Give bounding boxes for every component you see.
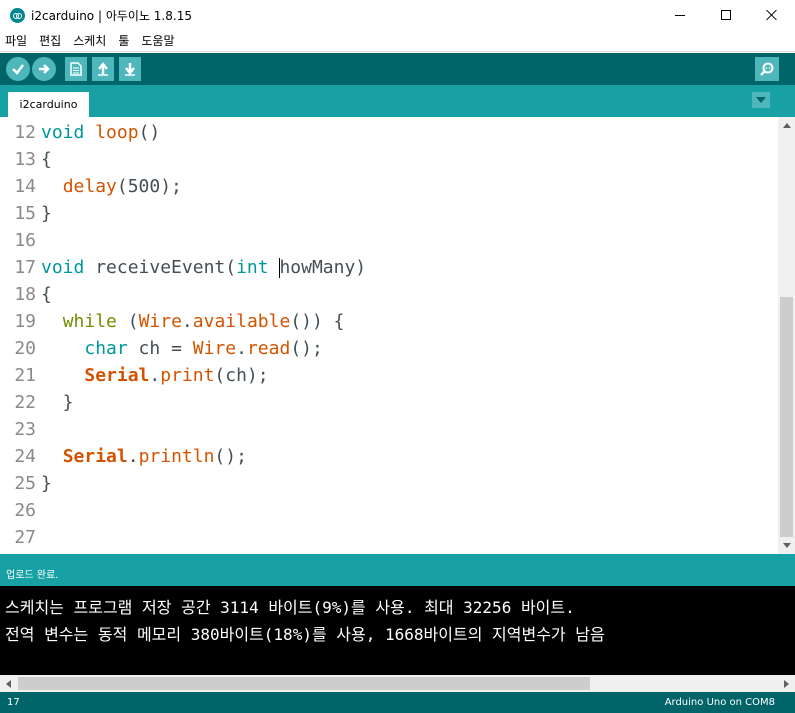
line-number: 14	[14, 176, 36, 197]
editor-vertical-scrollbar[interactable]	[778, 117, 795, 554]
line-number: 24	[14, 446, 36, 467]
line-number: 13	[14, 149, 36, 170]
tab-bar: i2carduino	[0, 85, 795, 117]
scroll-up-button[interactable]	[778, 117, 795, 134]
maximize-button[interactable]	[703, 0, 749, 30]
code-line[interactable]: Serial.println();	[41, 443, 247, 470]
current-line-number: 17	[7, 697, 20, 708]
minimize-icon	[675, 14, 685, 16]
menu-edit[interactable]: 편집	[38, 32, 62, 49]
scroll-down-button[interactable]	[778, 537, 795, 554]
line-number: 19	[14, 311, 36, 332]
line-number: 15	[14, 203, 36, 224]
tab-menu-button[interactable]	[752, 92, 770, 108]
scroll-thumb[interactable]	[18, 677, 590, 690]
arrow-down-small-icon	[782, 543, 791, 548]
line-number: 23	[14, 419, 36, 440]
code-line[interactable]: {	[41, 281, 52, 308]
arduino-logo-icon	[10, 8, 25, 23]
line-number: 20	[14, 338, 36, 359]
arrow-left-small-icon	[6, 679, 11, 688]
code-line[interactable]: }	[41, 389, 74, 416]
minimize-button[interactable]	[657, 0, 703, 30]
checkmark-icon	[12, 64, 24, 75]
code-line[interactable]: delay(500);	[41, 173, 182, 200]
arrow-right-small-icon	[784, 679, 789, 688]
code-line[interactable]: void receiveEvent(int howMany)	[41, 254, 366, 281]
code-line[interactable]: void loop()	[41, 119, 160, 146]
arrow-up-icon	[98, 62, 108, 76]
menu-help[interactable]: 도움말	[140, 32, 175, 49]
bottom-status-bar: 17 Arduino Uno on COM8	[0, 692, 795, 713]
line-number: 16	[14, 230, 36, 251]
toolbar	[0, 53, 795, 85]
menu-bar: 파일 편집 스케치 툴 도움말	[0, 30, 795, 52]
close-button[interactable]	[749, 0, 795, 30]
menu-sketch[interactable]: 스케치	[72, 32, 107, 49]
upload-button[interactable]	[32, 57, 56, 81]
code-line[interactable]: while (Wire.available()) {	[41, 308, 345, 335]
line-number: 17	[14, 257, 36, 278]
verify-button[interactable]	[6, 57, 30, 81]
new-file-icon	[70, 62, 82, 76]
chevron-down-icon	[756, 97, 766, 103]
code-line[interactable]: char ch = Wire.read();	[41, 335, 322, 362]
scroll-right-button[interactable]	[778, 675, 795, 692]
maximize-icon	[721, 10, 731, 20]
code-line[interactable]: }	[41, 200, 52, 227]
menu-tools[interactable]: 툴	[117, 32, 130, 49]
console-horizontal-scrollbar[interactable]	[0, 675, 795, 692]
new-sketch-button[interactable]	[65, 57, 87, 81]
open-sketch-button[interactable]	[92, 57, 114, 81]
line-number: 25	[14, 473, 36, 494]
tab-i2carduino[interactable]: i2carduino	[8, 92, 89, 117]
save-sketch-button[interactable]	[119, 57, 141, 81]
line-number: 12	[14, 122, 36, 143]
menu-file[interactable]: 파일	[4, 32, 28, 49]
magnifier-icon	[760, 62, 774, 76]
arrow-down-icon	[125, 63, 135, 76]
console-line: 스케치는 프로그램 저장 공간 3114 바이트(9%)를 사용. 최대 322…	[5, 598, 575, 617]
scroll-left-button[interactable]	[0, 675, 17, 692]
code-line[interactable]: {	[41, 146, 52, 173]
line-number: 27	[14, 527, 36, 548]
line-number: 22	[14, 392, 36, 413]
code-editor[interactable]: 12 void loop() 13 { 14 delay(500); 15 } …	[0, 117, 795, 554]
code-line[interactable]: }	[41, 470, 52, 497]
line-number: 26	[14, 500, 36, 521]
arrow-right-icon	[39, 64, 50, 74]
line-number: 21	[14, 365, 36, 386]
scroll-thumb[interactable]	[780, 297, 793, 537]
status-message: 업로드 완료.	[6, 570, 59, 581]
code-line[interactable]: Serial.print(ch);	[41, 362, 268, 389]
status-bar: 업로드 완료.	[0, 554, 795, 586]
title-bar: i2carduino | 아두이노 1.8.15	[0, 0, 795, 30]
window-title: i2carduino | 아두이노 1.8.15	[31, 9, 192, 23]
console-line: 전역 변수는 동적 메모리 380바이트(18%)를 사용, 1668바이트의 …	[5, 625, 605, 644]
line-number: 18	[14, 284, 36, 305]
arrow-up-small-icon	[782, 123, 791, 128]
board-port-label: Arduino Uno on COM8	[664, 697, 775, 708]
console-output[interactable]: 스케치는 프로그램 저장 공간 3114 바이트(9%)를 사용. 최대 322…	[0, 586, 795, 675]
close-icon	[766, 9, 778, 21]
serial-monitor-button[interactable]	[755, 57, 779, 81]
